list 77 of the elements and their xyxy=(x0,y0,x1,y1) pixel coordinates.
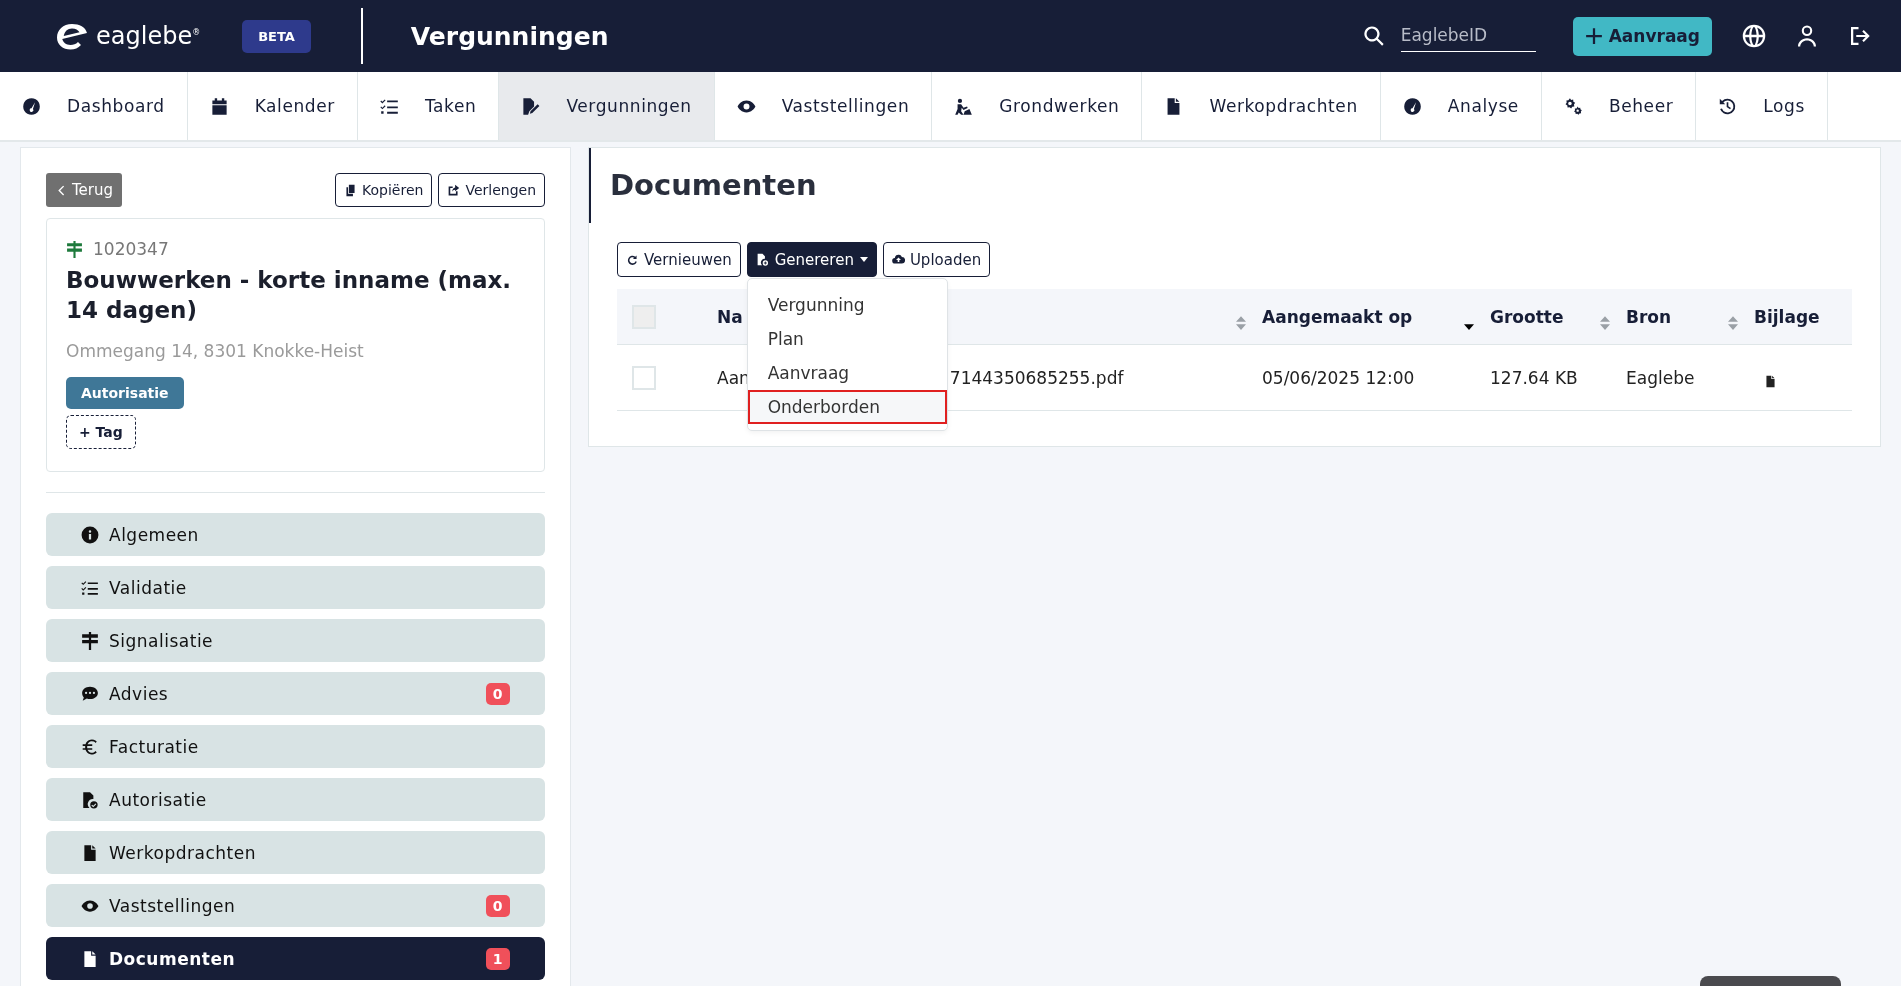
file-plus-icon xyxy=(755,253,769,266)
worker-icon xyxy=(954,96,974,116)
logout-icon xyxy=(1848,24,1872,48)
new-request-button[interactable]: Aanvraag xyxy=(1572,16,1712,56)
count-badge: 0 xyxy=(485,894,510,917)
chat-icon xyxy=(81,684,99,703)
sidebar-item[interactable]: Documenten 1 xyxy=(46,937,545,980)
menu-item[interactable]: Plan xyxy=(747,322,947,356)
globe-icon xyxy=(1742,24,1766,48)
sidebar-item[interactable]: Signalisatie xyxy=(46,619,545,662)
signpost-icon xyxy=(81,631,99,650)
count-badge: 0 xyxy=(485,682,510,705)
history-icon xyxy=(1718,96,1738,116)
sidebar-item[interactable]: Vaststellingen 0 xyxy=(46,884,545,927)
column-header[interactable]: Na xyxy=(717,306,743,327)
generate-button[interactable]: Genereren xyxy=(746,242,877,277)
extend-button[interactable]: Verlengen xyxy=(438,173,545,207)
logo-icon xyxy=(54,21,90,51)
refresh-button[interactable]: Vernieuwen xyxy=(617,242,741,277)
sidebar-item[interactable]: Algemeen xyxy=(46,513,545,556)
attachment-link[interactable] xyxy=(1764,375,1777,388)
plus-icon xyxy=(1584,27,1603,45)
page-title: Vergunningen xyxy=(410,21,609,51)
file-pen-icon xyxy=(521,96,541,116)
menu-item[interactable]: Aanvraag xyxy=(747,356,947,390)
table-cell: Eaglebe xyxy=(1626,367,1695,388)
back-button[interactable]: Terug xyxy=(46,173,123,207)
file-icon xyxy=(81,843,99,862)
search-icon xyxy=(1362,25,1385,47)
calendar-icon xyxy=(209,96,229,116)
permit-number: 1020347 xyxy=(93,239,169,259)
table-cell: 7144350685255.pdf xyxy=(949,367,1124,388)
section-title: Documenten xyxy=(610,168,818,202)
gauge-icon xyxy=(22,96,41,116)
gears-icon xyxy=(1563,96,1583,116)
signpost-icon xyxy=(66,240,83,258)
refresh-icon xyxy=(626,253,639,266)
nav-tab[interactable]: Vergunningen xyxy=(499,72,715,140)
cloud-upload-icon xyxy=(891,253,905,266)
logout-button[interactable] xyxy=(1848,24,1872,48)
user-icon xyxy=(1795,24,1819,48)
permit-address: Ommegang 14, 8301 Knokke-Heist xyxy=(66,341,365,361)
column-header[interactable]: Bijlage xyxy=(1754,306,1820,327)
euro-icon xyxy=(81,737,99,756)
profile-button[interactable] xyxy=(1795,24,1819,48)
sidebar-item[interactable]: Validatie xyxy=(46,566,545,609)
permit-title: Bouwwerken - korte inname (max. 14 dagen) xyxy=(66,266,513,325)
search-field[interactable]: EaglebeID xyxy=(1400,20,1536,52)
menu-item[interactable]: Onderborden xyxy=(747,390,947,424)
share-icon xyxy=(447,183,461,197)
file-check-icon xyxy=(81,790,99,809)
copy-button[interactable]: Kopiëren xyxy=(335,173,433,207)
row-checkbox[interactable] xyxy=(632,365,656,390)
table-cell: 127.64 KB xyxy=(1490,367,1578,388)
gauge-icon xyxy=(1402,96,1422,116)
file-icon xyxy=(81,949,99,968)
file-icon xyxy=(1764,375,1777,388)
checklist-icon xyxy=(81,578,99,597)
sidebar-item[interactable]: Autorisatie xyxy=(46,778,545,821)
sidebar-item[interactable]: Advies 0 xyxy=(46,672,545,715)
table-cell: 05/06/2025 12:00 xyxy=(1262,367,1415,388)
sidebar-item[interactable]: Werkopdrachten xyxy=(46,831,545,874)
caret-icon xyxy=(859,257,868,262)
add-tag-button[interactable]: + Tag xyxy=(66,415,136,449)
column-header[interactable]: Aangemaakt op xyxy=(1262,306,1413,327)
upload-button[interactable]: Uploaden xyxy=(882,242,991,277)
count-badge: 1 xyxy=(485,947,510,970)
copy-icon xyxy=(344,183,357,197)
menu-item[interactable]: Vergunning xyxy=(747,288,947,322)
info-icon xyxy=(81,525,99,544)
beta-badge: BETA xyxy=(242,19,311,53)
logo-text: eaglebe$^{®}$ xyxy=(96,22,201,50)
sidebar-item[interactable]: Facturatie xyxy=(46,725,545,768)
language-button[interactable] xyxy=(1742,24,1766,48)
column-header[interactable]: Bron xyxy=(1626,306,1672,327)
column-header[interactable]: Grootte xyxy=(1490,306,1564,327)
status-tag: Autorisatie xyxy=(66,377,184,409)
